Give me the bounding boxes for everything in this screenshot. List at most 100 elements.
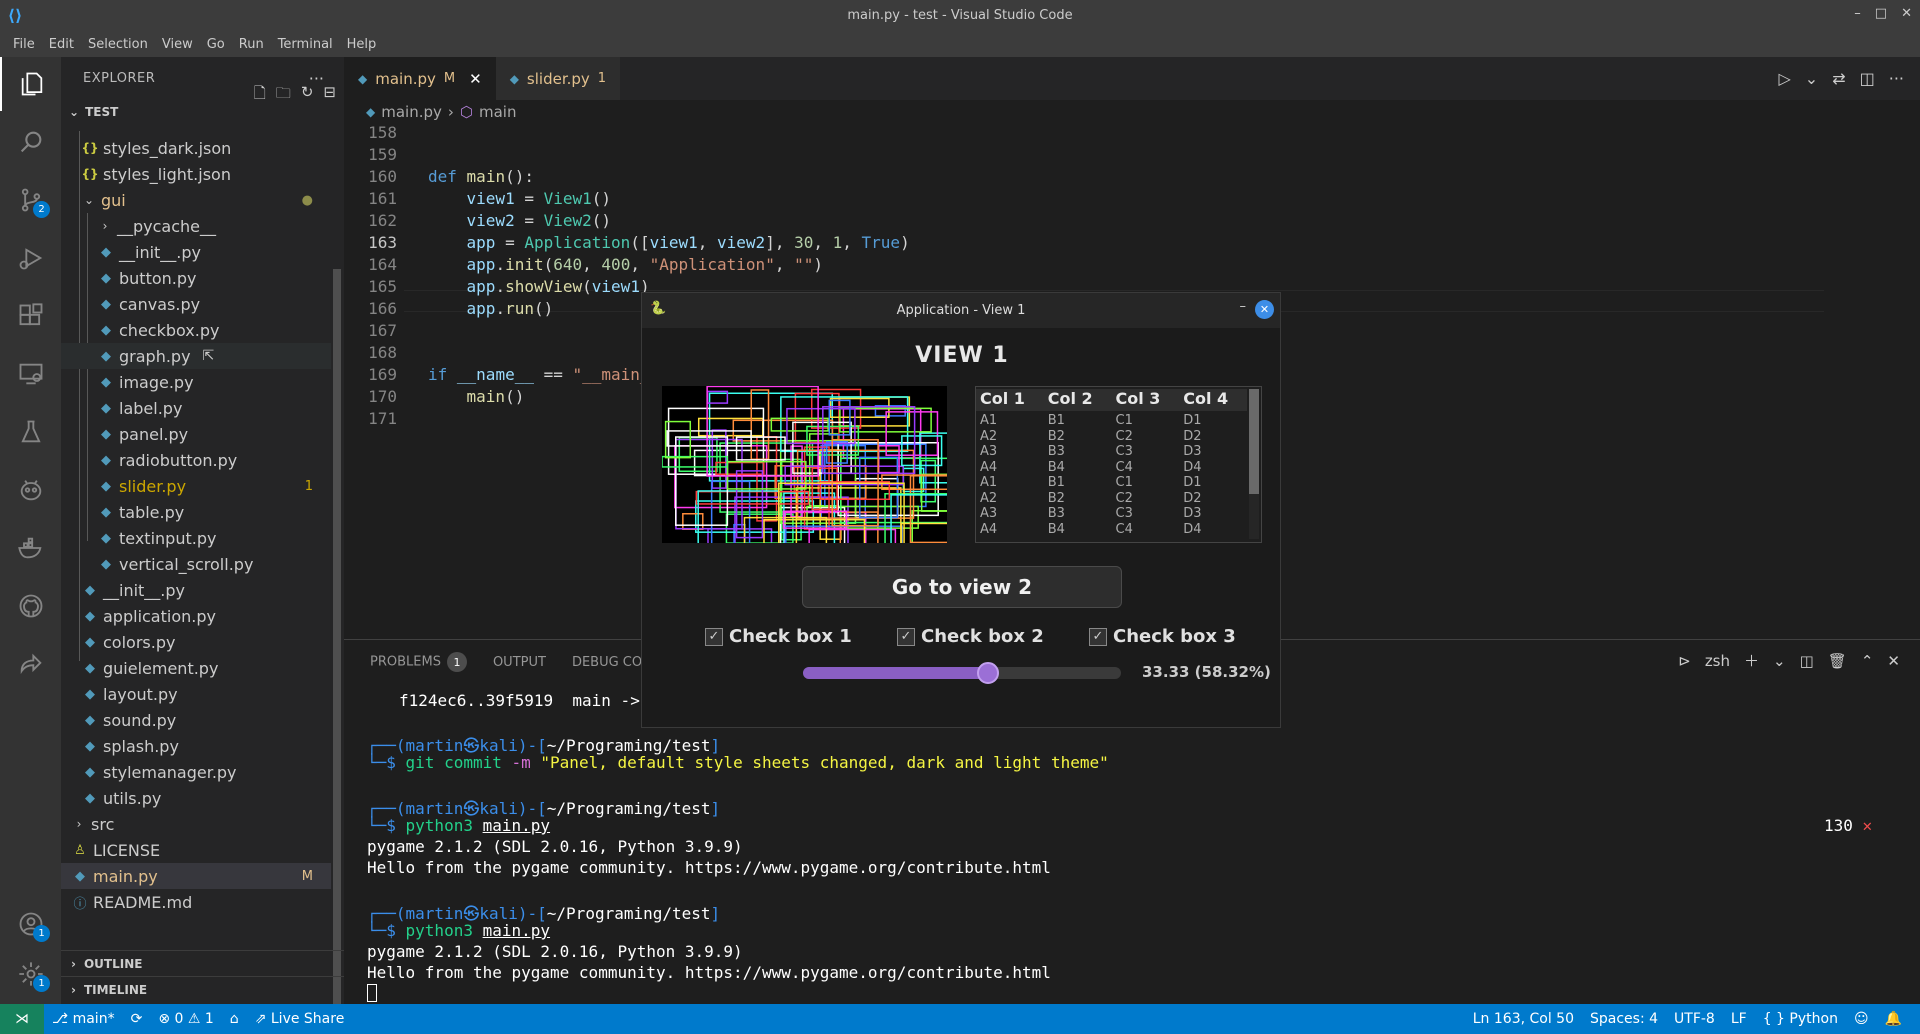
tree-item[interactable]: ◆ __init__.py xyxy=(61,577,331,603)
run-debug-icon[interactable] xyxy=(0,231,61,285)
tree-item[interactable]: ◆ utils.py xyxy=(61,785,331,811)
slider-knob[interactable] xyxy=(977,662,1000,684)
alien-extension-icon[interactable] xyxy=(0,463,61,517)
explorer-icon[interactable] xyxy=(0,57,61,111)
maximize-icon[interactable]: □ xyxy=(1875,6,1887,21)
refresh-icon[interactable]: ↻ xyxy=(301,83,314,108)
tree-item[interactable]: ◆ splash.py xyxy=(61,733,331,759)
tab-output[interactable]: OUTPUT xyxy=(493,655,546,670)
language-mode[interactable]: { } Python xyxy=(1755,1011,1846,1027)
branch-indicator[interactable]: ⎇ main* xyxy=(44,1011,123,1027)
tree-item[interactable]: ◆ stylemanager.py xyxy=(61,759,331,785)
problems-indicator[interactable]: ⊗ 0 ⚠ 1 xyxy=(150,1011,221,1027)
checkbox-2[interactable]: ✓ Check box 2 xyxy=(897,626,1044,647)
tree-item[interactable]: ◆ colors.py xyxy=(61,629,331,655)
source-control-icon[interactable]: 2 xyxy=(0,173,61,227)
menu-selection[interactable]: Selection xyxy=(81,37,155,52)
tree-item[interactable]: ◆ label.py xyxy=(61,395,331,421)
tree-item-slider[interactable]: ◆ slider.py 1 xyxy=(61,473,331,499)
split-terminal-icon[interactable]: ◫ xyxy=(1800,652,1814,670)
tree-item-license[interactable]: ♙ LICENSE xyxy=(61,837,331,863)
tree-item[interactable]: ◆ radiobutton.py xyxy=(61,447,331,473)
maximize-panel-icon[interactable]: ⌃ xyxy=(1861,652,1874,670)
tab-debug-console[interactable]: DEBUG CO xyxy=(572,655,642,670)
sidebar-scrollbar[interactable] xyxy=(333,269,341,1009)
tab-slider-py[interactable]: ◆ slider.py 1 xyxy=(495,57,621,100)
menu-view[interactable]: View xyxy=(155,37,200,52)
open-changes-icon[interactable]: ⇄ xyxy=(1832,69,1845,88)
tree-item[interactable]: ◆ textinput.py xyxy=(61,525,331,551)
tab-problems[interactable]: PROBLEMS 1 xyxy=(370,652,467,672)
extensions-icon[interactable] xyxy=(0,289,61,343)
split-editor-icon[interactable]: ◫ xyxy=(1860,69,1875,88)
tree-item[interactable]: ◆ panel.py xyxy=(61,421,331,447)
encoding[interactable]: UTF-8 xyxy=(1666,1011,1723,1027)
settings-gear-icon[interactable]: 1 xyxy=(0,947,61,1001)
testing-icon[interactable] xyxy=(0,405,61,459)
menu-go[interactable]: Go xyxy=(200,37,232,52)
app-close-icon[interactable]: ✕ xyxy=(1255,300,1274,319)
value-slider[interactable] xyxy=(803,662,1121,684)
tree-item[interactable]: ◆ guielement.py xyxy=(61,655,331,681)
tree-folder-gui[interactable]: ⌄ gui ● xyxy=(61,187,331,213)
tree-item[interactable]: ◆ checkbox.py xyxy=(61,317,331,343)
tree-item[interactable]: ◆ graph.py ⇱ xyxy=(61,343,331,369)
outline-section[interactable]: › OUTLINE xyxy=(61,950,344,976)
tree-item[interactable]: ◆ button.py xyxy=(61,265,331,291)
trash-icon[interactable]: 🗑 xyxy=(1828,652,1847,670)
live-share-button[interactable]: ⇗ Live Share xyxy=(247,1011,353,1027)
tree-item[interactable]: ◆ layout.py xyxy=(61,681,331,707)
tree-item-readme[interactable]: ⓘ README.md xyxy=(61,889,331,915)
tree-item[interactable]: {} styles_dark.json xyxy=(61,135,331,161)
go-to-view2-button[interactable]: Go to view 2 xyxy=(802,566,1122,608)
indentation[interactable]: Spaces: 4 xyxy=(1582,1011,1666,1027)
tree-item[interactable]: ◆ __init__.py xyxy=(61,239,331,265)
app-minimize-icon[interactable]: – xyxy=(1240,299,1247,314)
remote-indicator-icon[interactable]: ⋊ xyxy=(0,1004,44,1034)
run-file-icon[interactable]: ▷ xyxy=(1778,69,1790,88)
tree-item[interactable]: ◆ sound.py xyxy=(61,707,331,733)
menu-edit[interactable]: Edit xyxy=(42,37,81,52)
tree-item-main[interactable]: ◆ main.py M xyxy=(61,863,331,889)
table-scrollbar[interactable] xyxy=(1249,389,1259,539)
checkbox-1[interactable]: ✓ Check box 1 xyxy=(705,626,852,647)
menu-file[interactable]: File xyxy=(6,37,42,52)
sync-icon[interactable]: ⟳ xyxy=(123,1011,151,1027)
feedback-icon[interactable]: ☺ xyxy=(1846,1011,1877,1027)
data-table[interactable]: Col 1 Col 2 Col 3 Col 4 A1 B1 C1 D1 A2 B2 C2 D2… xyxy=(975,386,1262,543)
close-window-icon[interactable]: ✕ xyxy=(1901,6,1912,21)
live-share-icon[interactable] xyxy=(0,637,61,691)
new-terminal-icon[interactable]: ＋ xyxy=(1744,650,1759,671)
tree-folder-src[interactable]: › src xyxy=(61,811,331,837)
github-icon[interactable] xyxy=(0,579,61,633)
app-titlebar[interactable]: 🐍 Application - View 1 – ✕ xyxy=(642,293,1280,328)
menu-terminal[interactable]: Terminal xyxy=(271,37,340,52)
new-folder-icon[interactable]: 🗀 xyxy=(276,83,291,108)
more-actions-icon[interactable]: ··· xyxy=(1889,69,1904,88)
docker-icon[interactable] xyxy=(0,521,61,575)
close-panel-icon[interactable]: ✕ xyxy=(1887,652,1900,670)
tree-item[interactable]: ◆ application.py xyxy=(61,603,331,629)
checkbox-3[interactable]: ✓ Check box 3 xyxy=(1089,626,1236,647)
shell-label[interactable]: zsh xyxy=(1705,652,1730,670)
notifications-icon[interactable]: 🔔 xyxy=(1877,1011,1910,1027)
remote-explorer-icon[interactable] xyxy=(0,347,61,401)
chevron-down-icon[interactable]: ⌄ xyxy=(1773,652,1786,670)
tab-main-py[interactable]: ◆ main.py M ✕ xyxy=(344,57,496,100)
breadcrumb-symbol[interactable]: main xyxy=(479,103,516,121)
tree-item[interactable]: ◆ vertical_scroll.py xyxy=(61,551,331,577)
breadcrumb-file[interactable]: main.py xyxy=(381,103,442,121)
new-file-icon[interactable]: 🗋 xyxy=(254,83,266,108)
collapse-all-icon[interactable]: ⊟ xyxy=(323,83,336,108)
menu-run[interactable]: Run xyxy=(232,37,271,52)
cursor-position[interactable]: Ln 163, Col 50 xyxy=(1465,1011,1582,1027)
tree-item[interactable]: ◆ canvas.py xyxy=(61,291,331,317)
tree-item[interactable]: ◆ table.py xyxy=(61,499,331,525)
chevron-down-icon[interactable]: ⌄ xyxy=(1805,69,1818,88)
timeline-section[interactable]: › TIMELINE xyxy=(61,976,344,1002)
accounts-icon[interactable]: 1 xyxy=(0,897,61,951)
minimize-icon[interactable]: – xyxy=(1854,6,1861,21)
tree-item[interactable]: {} styles_light.json xyxy=(61,161,331,187)
tree-folder-pycache[interactable]: › __pycache__ xyxy=(61,213,331,239)
end-of-line[interactable]: LF xyxy=(1723,1011,1755,1027)
